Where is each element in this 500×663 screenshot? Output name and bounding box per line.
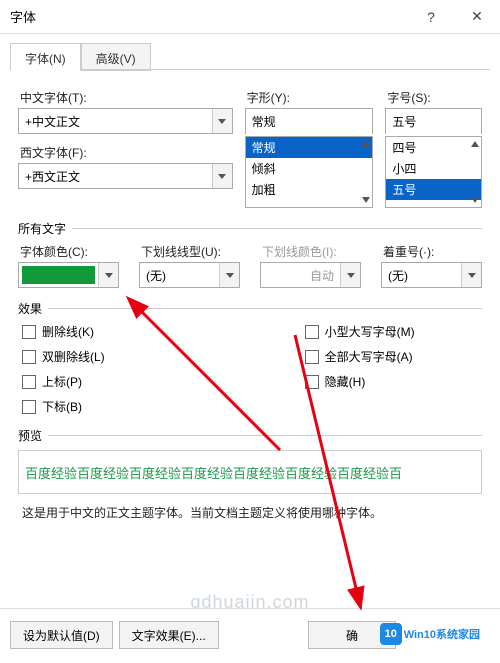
checkbox-smallcaps[interactable]: 小型大写字母(M)	[305, 323, 415, 340]
chevron-down-icon[interactable]	[212, 109, 232, 133]
input-style[interactable]: 常规	[245, 108, 374, 134]
label-under-style: 下划线线型(U):	[139, 243, 240, 260]
input-size[interactable]: 五号	[385, 108, 482, 134]
checkbox-label: 小型大写字母(M)	[325, 323, 415, 340]
checkbox-label: 双删除线(L)	[42, 348, 105, 365]
checkbox-strike[interactable]: 删除线(K)	[22, 323, 105, 340]
checkbox-label: 隐藏(H)	[325, 373, 366, 390]
section-preview: 预览	[18, 427, 42, 444]
label-font-color: 字体颜色(C):	[18, 243, 119, 260]
logo-text: Win10系统家园	[404, 626, 480, 642]
checkbox-label: 上标(P)	[42, 373, 82, 390]
checkbox-label: 删除线(K)	[42, 323, 94, 340]
combo-west-font-value: +西文正文	[19, 168, 212, 185]
scroll-indicator[interactable]	[471, 141, 479, 203]
combo-emphasis[interactable]: (无)	[381, 262, 482, 288]
combo-west-font[interactable]: +西文正文	[18, 163, 233, 189]
site-logo: 10 Win10系统家园	[380, 623, 480, 645]
checkbox-label: 下标(B)	[42, 398, 82, 415]
chevron-down-icon[interactable]	[219, 263, 239, 287]
input-size-value: 五号	[386, 113, 481, 130]
preview-area: 百度经验百度经验百度经验百度经验百度经验百度经验百度经验百	[18, 450, 482, 494]
checkbox-hidden[interactable]: 隐藏(H)	[305, 373, 415, 390]
combo-under-color: 自动	[260, 262, 361, 288]
window-title: 字体	[10, 7, 408, 26]
label-emphasis: 着重号(·):	[381, 243, 482, 260]
label-west-font: 西文字体(F):	[18, 144, 233, 161]
combo-under-style[interactable]: (无)	[139, 262, 240, 288]
section-effects: 效果	[18, 300, 42, 317]
list-item[interactable]: 常规	[246, 137, 373, 158]
combo-cn-font[interactable]: +中文正文	[18, 108, 233, 134]
logo-badge-icon: 10	[380, 623, 402, 645]
label-under-color: 下划线颜色(I):	[260, 243, 361, 260]
tab-font[interactable]: 字体(N)	[10, 43, 81, 71]
list-item[interactable]: 五号	[386, 179, 481, 200]
tab-underline	[10, 69, 490, 70]
chevron-down-icon[interactable]	[212, 164, 232, 188]
tab-strip: 字体(N) 高级(V)	[0, 34, 500, 70]
list-item[interactable]: 加粗	[246, 179, 373, 200]
list-item[interactable]: 倾斜	[246, 158, 373, 179]
combo-under-color-value: 自动	[261, 267, 340, 284]
combo-emphasis-value: (无)	[382, 267, 461, 284]
scroll-indicator[interactable]	[362, 141, 370, 203]
chevron-down-icon[interactable]	[98, 263, 118, 287]
tab-advanced[interactable]: 高级(V)	[81, 43, 151, 71]
checkbox-allcaps[interactable]: 全部大写字母(A)	[305, 348, 415, 365]
list-size[interactable]: 四号 小四 五号	[385, 136, 482, 208]
chevron-down-icon[interactable]	[461, 263, 481, 287]
set-default-button[interactable]: 设为默认值(D)	[10, 621, 113, 649]
section-all-text: 所有文字	[18, 220, 66, 237]
help-button[interactable]: ?	[408, 0, 454, 34]
list-item[interactable]: 小四	[386, 158, 481, 179]
color-swatch	[22, 266, 95, 284]
checkbox-subscript[interactable]: 下标(B)	[22, 398, 105, 415]
combo-font-color[interactable]	[18, 262, 119, 288]
combo-cn-font-value: +中文正文	[19, 113, 212, 130]
combo-under-style-value: (无)	[140, 267, 219, 284]
label-style: 字形(Y):	[245, 89, 374, 106]
chevron-down-icon	[340, 263, 360, 287]
checkbox-dstrike[interactable]: 双删除线(L)	[22, 348, 105, 365]
close-button[interactable]: ✕	[454, 0, 500, 34]
list-style[interactable]: 常规 倾斜 加粗	[245, 136, 374, 208]
checkbox-label: 全部大写字母(A)	[325, 348, 413, 365]
label-size: 字号(S):	[385, 89, 482, 106]
list-item[interactable]: 四号	[386, 137, 481, 158]
text-effect-button[interactable]: 文字效果(E)...	[119, 621, 219, 649]
label-cn-font: 中文字体(T):	[18, 89, 233, 106]
title-bar: 字体 ? ✕	[0, 0, 500, 34]
preview-description: 这是用于中文的正文主题字体。当前文档主题定义将使用哪种字体。	[18, 504, 482, 521]
input-style-value: 常规	[246, 113, 373, 130]
checkbox-superscript[interactable]: 上标(P)	[22, 373, 105, 390]
preview-text: 百度经验百度经验百度经验百度经验百度经验百度经验百度经验百	[25, 463, 402, 482]
